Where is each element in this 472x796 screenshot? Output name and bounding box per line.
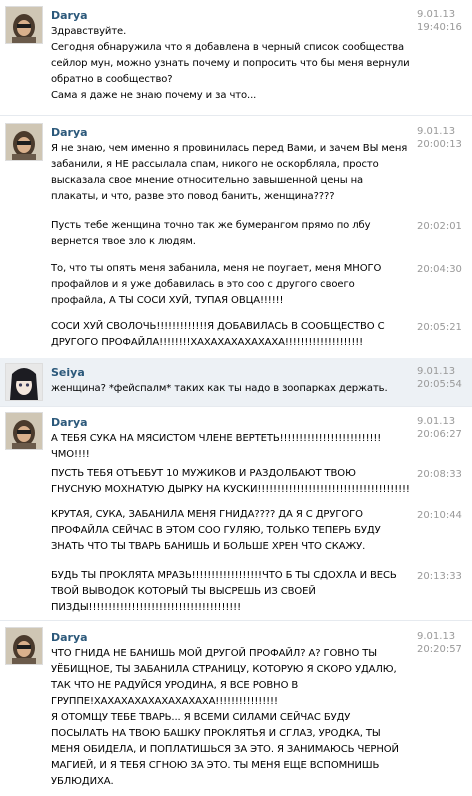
message-text: женщина? *фейспалм* таких как ты надо в …: [51, 383, 388, 394]
divider: [0, 406, 472, 407]
message-time: 20:05:54: [417, 379, 462, 390]
message-time: 20:04:30: [417, 264, 462, 275]
message-text: Я не знаю, чем именно я провинилась пере…: [51, 143, 408, 202]
divider: [0, 620, 472, 621]
message-text: ЧТО ГНИДА НЕ БАНИШЬ МОЙ ДРУГОЙ ПРОФАЙЛ? …: [51, 648, 399, 787]
message-time: 19:40:16: [417, 22, 462, 33]
author-name[interactable]: Darya: [51, 415, 88, 430]
message-time: 20:05:21: [417, 322, 462, 333]
message-time: 20:02:01: [417, 221, 462, 232]
message-date: 9.01.13: [417, 126, 456, 137]
darya-avatar[interactable]: [5, 6, 43, 44]
darya-avatar[interactable]: [5, 412, 43, 450]
darya-avatar[interactable]: [5, 627, 43, 665]
message-text: Пусть тебе женщина точно так же бумеранг…: [51, 220, 371, 247]
divider: [0, 115, 472, 116]
message-text: СОСИ ХУЙ СВОЛОЧЬ!!!!!!!!!!!!!Я ДОБАВИЛАС…: [51, 321, 385, 348]
message-text: КРУТАЯ, СУКА, ЗАБАНИЛА МЕНЯ ГНИДА???? ДА…: [51, 509, 381, 552]
message-date: 9.01.13: [417, 416, 456, 427]
message-text: ПУСТЬ ТЕБЯ ОТЪЕБУТ 10 МУЖИКОВ И РАЗДОЛБА…: [51, 468, 410, 495]
message-date: 9.01.13: [417, 9, 456, 20]
message-text: Здравствуйте. Сегодня обнаружила что я д…: [51, 26, 410, 101]
message-text: БУДЬ ТЫ ПРОКЛЯТА МРАЗЬ!!!!!!!!!!!!!!!!!!…: [51, 570, 397, 613]
message-time: 20:00:13: [417, 139, 462, 150]
message-text: То, что ты опять меня забанила, меня не …: [51, 263, 382, 306]
message-time: 20:08:33: [417, 469, 462, 480]
author-name[interactable]: Darya: [51, 125, 88, 140]
author-name[interactable]: Darya: [51, 630, 88, 645]
message-time: 20:06:27: [417, 429, 462, 440]
message-history: Darya 9.01.13 19:40:16 Здравствуйте. Сег…: [0, 0, 472, 796]
message-date: 9.01.13: [417, 631, 456, 642]
seiya-avatar[interactable]: [5, 363, 43, 401]
message-text: А ТЕБЯ СУКА НА МЯСИСТОМ ЧЛЕНЕ ВЕРТЕТЬ!!!…: [51, 433, 382, 460]
darya-avatar[interactable]: [5, 123, 43, 161]
message-time: 20:10:44: [417, 510, 462, 521]
author-name[interactable]: Seiya: [51, 365, 85, 380]
message-time: 20:20:57: [417, 644, 462, 655]
message-date: 9.01.13: [417, 366, 456, 377]
message-time: 20:13:33: [417, 571, 462, 582]
author-name[interactable]: Darya: [51, 8, 88, 23]
